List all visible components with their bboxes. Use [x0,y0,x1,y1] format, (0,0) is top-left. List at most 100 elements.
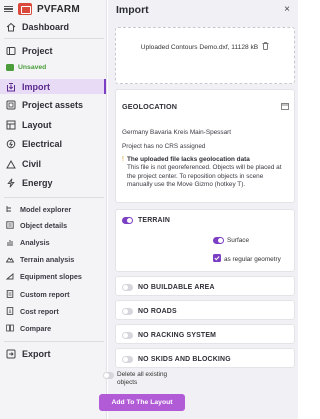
sidebar: PVFARM Dashboard Project Unsaved Import … [0,0,107,419]
panel-header: Import × [108,0,298,19]
sidebar-item-label: Cost report [20,306,59,316]
delete-existing-option[interactable]: Delete all existing objects [103,371,181,387]
sidebar-item-label: Equipment slopes [20,271,82,281]
terrain-label: TERRAIN [138,216,171,224]
terrain-card: TERRAIN Surface as regular geometry [115,209,295,272]
sidebar-item-layout[interactable]: Layout [0,117,106,132]
no-racking-system-toggle[interactable] [122,331,133,339]
sidebar-item-label: Project [22,45,53,56]
sidebar-item-object-details[interactable]: Object details [0,219,106,231]
chart-icon [6,238,14,246]
project-status: Unsaved [6,64,46,71]
delete-existing-toggle[interactable] [103,372,114,379]
location-text: Germany Bavaria Kreis Main-Spessart [122,129,232,136]
file-drop-zone[interactable]: Uploaded Contours Demo.dxf, 11128 kB [115,27,295,84]
no-racking-system-card: NO RACKING SYSTEM [115,324,295,344]
sidebar-item-electrical[interactable]: Electrical [0,136,106,151]
details-icon [6,221,14,229]
layout-icon [6,120,16,130]
energy-icon [6,178,16,188]
sidebar-item-label: Analysis [20,237,50,247]
sidebar-item-project[interactable]: Project [0,43,106,58]
sidebar-item-equipment-slopes[interactable]: Equipment slopes [0,270,106,282]
sidebar-item-analysis[interactable]: Analysis [0,236,106,248]
project-icon [6,46,16,56]
sidebar-item-cost-report[interactable]: Cost report [0,305,106,317]
sidebar-item-civil[interactable]: Civil [0,156,106,171]
import-panel: Import × Uploaded Contours Demo.dxf, 111… [108,0,298,419]
sidebar-item-import[interactable]: Import [0,79,106,94]
sidebar-item-label: Project assets [22,99,84,110]
no-skids-and-blocking-card: NO SKIDS AND BLOCKING [115,348,295,368]
sidebar-item-terrain-analysis[interactable]: Terrain analysis [0,253,106,265]
sidebar-item-label: Civil [22,158,42,169]
geolocation-card: GEOLOCATION Germany Bavaria Kreis Main-S… [115,89,295,203]
sidebar-item-custom-report[interactable]: Custom report [0,288,106,300]
section-label: NO SKIDS AND BLOCKING [138,355,231,363]
crs-text: Project has no CRS assigned [122,143,206,150]
status-badge [6,64,14,71]
export-icon [6,349,16,359]
compare-icon [6,324,14,332]
civil-icon [6,159,16,169]
divider [4,341,104,342]
electrical-icon [6,139,16,149]
import-icon [6,82,16,92]
surface-label: Surface [227,237,250,244]
sidebar-item-export[interactable]: Export [0,346,106,361]
sidebar-item-label: Dashboard [22,21,70,32]
sidebar-item-label: Layout [22,119,52,130]
report-icon [6,290,14,298]
warning-icon: ! [122,156,124,163]
section-label: NO ROADS [138,307,177,315]
menu-icon[interactable] [4,5,13,13]
sidebar-item-label: Model explorer [20,204,72,214]
regular-geometry-option[interactable]: as regular geometry [213,254,281,264]
surface-toggle[interactable] [213,237,224,244]
sidebar-item-label: Custom report [20,289,70,299]
divider [4,197,104,198]
sidebar-item-label: Compare [20,323,52,333]
checkbox-checked-icon[interactable] [213,254,221,264]
geolocation-warning: ! The uploaded file lacks geolocation da… [116,156,294,189]
sidebar-item-compare[interactable]: Compare [0,322,106,334]
terrain-toggle[interactable] [122,216,133,224]
geolocation-title: GEOLOCATION [122,101,178,111]
add-to-layout-button[interactable]: Add To The Layout [99,394,185,411]
regular-geometry-label: as regular geometry [224,255,281,263]
tree-icon [6,205,14,213]
expand-icon[interactable] [281,97,289,115]
brand-bar: PVFARM [0,0,106,18]
no-roads-toggle[interactable] [122,307,133,315]
pvfarm-logo-icon [18,3,32,15]
app-name: PVFARM [37,3,80,15]
sidebar-item-label: Object details [20,220,68,230]
sidebar-item-label: Import [22,81,50,92]
terrain-section-header: TERRAIN [116,210,294,230]
delete-existing-label: Delete all existing objects [117,371,168,386]
file-name: Uploaded Contours Demo.dxf, 11128 kB [140,43,259,51]
no-roads-card: NO ROADS [115,300,295,320]
trash-icon[interactable] [262,42,269,52]
sidebar-item-project-assets[interactable]: Project assets [0,97,106,112]
divider [4,38,104,39]
assets-icon [6,100,16,110]
slope-icon [6,272,14,280]
status-text: Unsaved [18,64,47,71]
sidebar-item-label: Electrical [22,138,63,149]
no-buildable-area-card: NO BUILDABLE AREA [115,276,295,296]
sidebar-item-label: Energy [22,177,53,188]
section-label: NO RACKING SYSTEM [138,331,217,339]
home-icon [6,22,16,32]
close-icon[interactable]: × [284,4,290,15]
surface-option[interactable]: Surface [213,237,249,244]
no-skids-toggle[interactable] [122,355,133,363]
sidebar-item-model-explorer[interactable]: Model explorer [0,203,106,215]
section-label: NO BUILDABLE AREA [138,283,215,291]
uploaded-file: Uploaded Contours Demo.dxf, 11128 kB [116,42,294,52]
warning-text: This file is not georeferenced. Objects … [126,164,282,188]
terrain-icon [6,255,14,263]
no-buildable-area-toggle[interactable] [122,283,133,291]
sidebar-item-dashboard[interactable]: Dashboard [0,19,106,34]
sidebar-item-energy[interactable]: Energy [0,175,106,190]
